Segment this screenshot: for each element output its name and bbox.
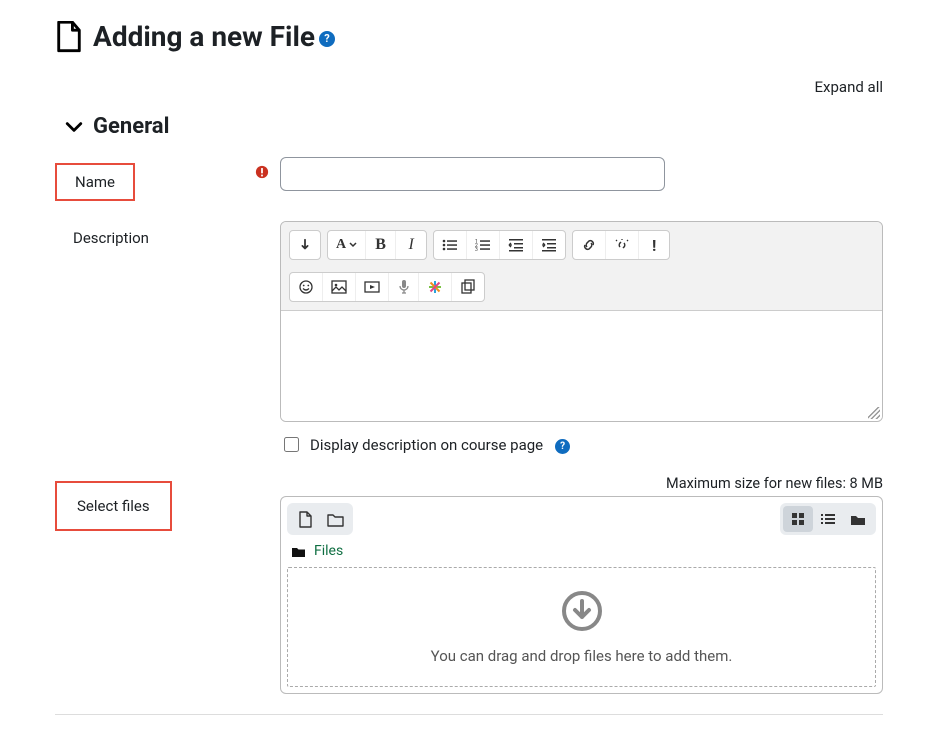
chevron-down-icon — [65, 118, 83, 136]
display-description-checkbox[interactable] — [284, 437, 299, 452]
help-icon[interactable]: ? — [555, 439, 570, 454]
display-description-label: Display description on course page — [310, 436, 543, 454]
unlink-button[interactable] — [606, 231, 639, 259]
svg-text:3: 3 — [475, 247, 478, 252]
row-name: Name — [55, 157, 883, 201]
link-button[interactable] — [573, 231, 606, 259]
toolbar-expand-icon[interactable] — [290, 231, 320, 259]
folder-icon — [291, 545, 306, 558]
file-path: Files — [287, 541, 876, 567]
row-description: Description A B I — [55, 221, 883, 455]
numbered-list-button[interactable]: 123 — [467, 231, 500, 259]
page-title: Adding a new File — [93, 20, 315, 53]
view-icons-button[interactable] — [783, 506, 813, 532]
label-description: Description — [55, 227, 149, 247]
video-button[interactable] — [356, 273, 389, 301]
expand-all-link[interactable]: Expand all — [815, 78, 883, 96]
rich-text-editor: A B I 123 — [280, 221, 883, 422]
dropzone-hint: You can drag and drop files here to add … — [431, 647, 733, 665]
create-folder-button[interactable] — [320, 506, 350, 532]
paragraph-style-button[interactable]: A — [328, 231, 366, 259]
section-divider — [55, 714, 883, 715]
file-icon — [55, 21, 83, 53]
editor-textarea[interactable] — [281, 311, 882, 421]
microphone-button[interactable] — [389, 273, 419, 301]
outdent-button[interactable] — [500, 231, 533, 259]
page-header: Adding a new File ? — [55, 20, 883, 53]
emoji-button[interactable] — [290, 273, 323, 301]
name-input[interactable] — [280, 157, 665, 191]
manage-files-button[interactable] — [452, 273, 484, 301]
bullet-list-button[interactable] — [434, 231, 467, 259]
label-select-files: Select files — [55, 481, 172, 531]
files-root-link[interactable]: Files — [314, 543, 343, 559]
help-icon[interactable]: ? — [319, 31, 335, 47]
max-size-text: Maximum size for new files: 8 MB — [280, 475, 883, 492]
editor-toolbar: A B I 123 — [281, 222, 882, 311]
file-dropzone[interactable]: You can drag and drop files here to add … — [287, 567, 876, 687]
h5p-button[interactable] — [419, 273, 452, 301]
file-picker: Files You can drag and drop files here t… — [280, 496, 883, 694]
required-icon — [255, 165, 280, 179]
resize-grip-icon[interactable] — [868, 407, 880, 419]
section-general-toggle[interactable]: General — [65, 114, 883, 139]
indent-button[interactable] — [533, 231, 565, 259]
bold-button[interactable]: B — [366, 231, 396, 259]
section-general-title: General — [93, 114, 169, 139]
row-select-files: Select files Maximum size for new files:… — [55, 475, 883, 694]
image-button[interactable] — [323, 273, 356, 301]
alert-button[interactable]: ! — [639, 231, 669, 259]
view-list-button[interactable] — [813, 506, 843, 532]
add-file-button[interactable] — [290, 506, 320, 532]
view-tree-button[interactable] — [843, 506, 873, 532]
download-arrow-icon — [560, 589, 604, 633]
label-name: Name — [55, 163, 135, 201]
expand-all-row: Expand all — [55, 78, 883, 96]
italic-button[interactable]: I — [396, 231, 426, 259]
